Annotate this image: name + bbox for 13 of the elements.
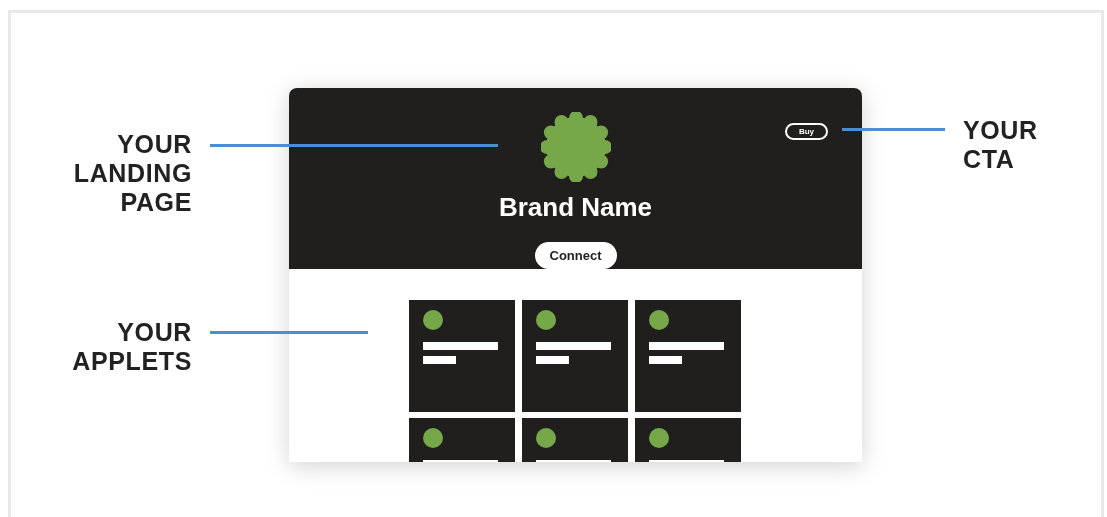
applet-card[interactable] [635,300,741,412]
placeholder-bar [536,356,569,364]
brand-name: Brand Name [498,192,653,222]
callout-label: YOUR APPLETS [71,318,192,376]
connect-button[interactable]: Connect [534,242,617,269]
callout-label: YOUR CTA [963,116,1039,174]
callout-label: YOUR LANDING PAGE [72,130,192,217]
placeholder-bar [423,356,456,364]
placeholder-bar [649,356,682,364]
scalloped-badge-icon [540,112,611,182]
applet-card[interactable] [409,300,515,412]
applet-card[interactable] [522,300,628,412]
buy-button[interactable]: Buy [785,123,828,140]
